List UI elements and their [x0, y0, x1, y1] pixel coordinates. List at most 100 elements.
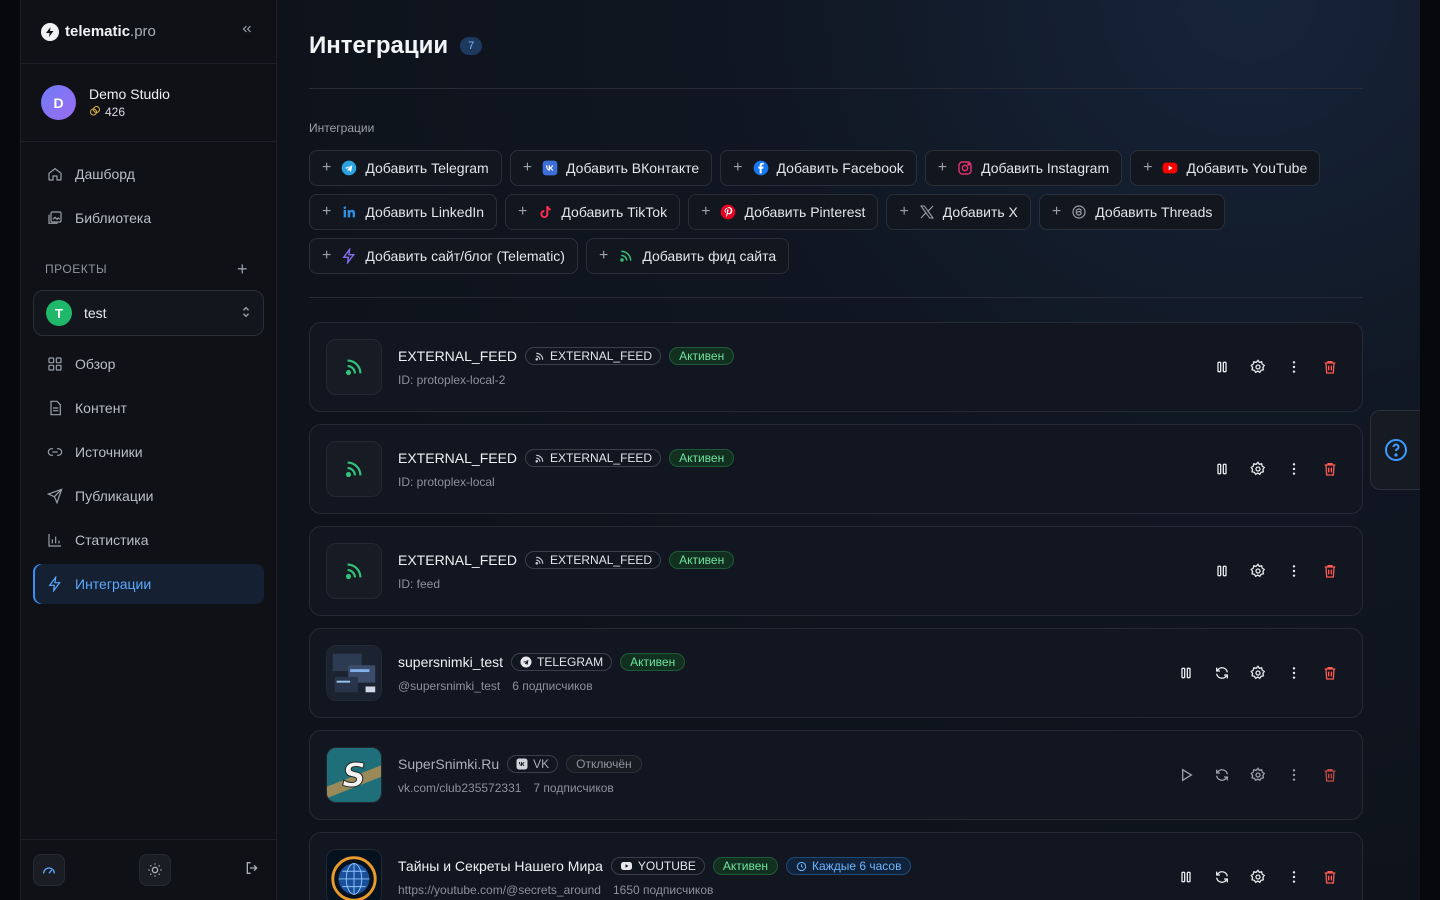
- project-selector[interactable]: T test: [33, 290, 264, 336]
- sidebar-item-integrations[interactable]: Интеграции: [33, 564, 264, 604]
- sidebar-item-content[interactable]: Контент: [33, 388, 264, 428]
- svg-text:S: S: [342, 757, 366, 795]
- platform-tag-label: EXTERNAL_FEED: [550, 553, 653, 567]
- integration-card[interactable]: S SuperSnimki.Ru VK Отключён vk.com/club2355…: [309, 730, 1363, 820]
- settings-button[interactable]: [1248, 357, 1268, 377]
- sync-button[interactable]: [1212, 867, 1232, 887]
- nav-item-label: Библиотека: [75, 210, 152, 226]
- add-project-icon[interactable]: +: [237, 259, 248, 280]
- add-section-label: Интеграции: [309, 121, 375, 135]
- settings-button[interactable]: [1248, 867, 1268, 887]
- plus-icon: +: [518, 203, 528, 220]
- sidebar-item-statistics[interactable]: Статистика: [33, 520, 264, 560]
- pause-button[interactable]: [1212, 561, 1232, 581]
- play-button[interactable]: [1176, 765, 1196, 785]
- integration-actions: [1212, 323, 1340, 411]
- sidebar-item-publications[interactable]: Публикации: [33, 476, 264, 516]
- logout-icon[interactable]: [244, 860, 260, 881]
- delete-button[interactable]: [1320, 867, 1340, 887]
- settings-button[interactable]: [1248, 663, 1268, 683]
- sidebar-item-sources[interactable]: Источники: [33, 432, 264, 472]
- integration-info: EXTERNAL_FEED EXTERNAL_FEED Активен ID: pro…: [398, 347, 735, 387]
- channel-avatar-image: [327, 850, 381, 900]
- studio-switcher[interactable]: D Demo Studio 426: [21, 64, 276, 142]
- more-button[interactable]: [1284, 459, 1304, 479]
- nav-item-label: Интеграции: [75, 576, 152, 592]
- delete-button[interactable]: [1320, 561, 1340, 581]
- sidebar-nav: Дашборд Библиотека ПРОЕКТЫ + T test Обзор…: [21, 142, 276, 604]
- add-integration-button[interactable]: + Добавить Telegram: [309, 150, 502, 186]
- add-integration-button[interactable]: + Добавить Instagram: [924, 150, 1123, 186]
- delete-button[interactable]: [1320, 765, 1340, 785]
- integration-info: EXTERNAL_FEED EXTERNAL_FEED Активен ID: pro…: [398, 449, 735, 489]
- add-integration-button[interactable]: + Добавить TikTok: [505, 194, 681, 230]
- pinterest-icon: [720, 204, 736, 220]
- integration-card[interactable]: EXTERNAL_FEED EXTERNAL_FEED Активен ID: fee…: [309, 526, 1363, 616]
- integration-name: EXTERNAL_FEED: [398, 552, 518, 568]
- add-integration-label: Добавить сайт/блог (Telematic): [365, 248, 565, 264]
- refresh-icon: [1214, 869, 1230, 885]
- more-button[interactable]: [1284, 357, 1304, 377]
- add-integration-button[interactable]: + Добавить сайт/блог (Telematic): [309, 238, 578, 274]
- brand-logo[interactable]: telematic.pro: [41, 22, 156, 41]
- integration-card[interactable]: EXTERNAL_FEED EXTERNAL_FEED Активен ID: pro…: [309, 322, 1363, 412]
- integration-card[interactable]: EXTERNAL_FEED EXTERNAL_FEED Активен ID: pro…: [309, 424, 1363, 514]
- integration-meta: vk.com/club235572331: [398, 781, 522, 795]
- grid-icon: [47, 356, 63, 372]
- pause-button[interactable]: [1176, 867, 1196, 887]
- integration-actions: [1176, 833, 1340, 900]
- add-integration-button[interactable]: + Добавить Pinterest: [688, 194, 879, 230]
- add-integration-button[interactable]: + Добавить LinkedIn: [309, 194, 498, 230]
- sync-button[interactable]: [1212, 765, 1232, 785]
- integration-thumbnail: S: [326, 747, 382, 803]
- pause-button[interactable]: [1176, 663, 1196, 683]
- integration-meta: ID: protoplex-local: [398, 475, 495, 489]
- settings-button[interactable]: [1248, 561, 1268, 581]
- settings-button[interactable]: [1248, 765, 1268, 785]
- more-button[interactable]: [1284, 867, 1304, 887]
- pause-button[interactable]: [1212, 459, 1232, 479]
- delete-button[interactable]: [1320, 357, 1340, 377]
- theme-toggle-button[interactable]: [138, 854, 171, 886]
- credits-value: 426: [105, 105, 126, 119]
- help-button[interactable]: [1370, 410, 1420, 490]
- sidebar-item-dashboard[interactable]: Дашборд: [33, 154, 264, 194]
- sync-button[interactable]: [1212, 663, 1232, 683]
- status-badge: Активен: [712, 857, 779, 875]
- delete-button[interactable]: [1320, 663, 1340, 683]
- more-vertical-icon: [1286, 767, 1302, 783]
- trash-icon: [1322, 869, 1338, 885]
- more-button[interactable]: [1284, 663, 1304, 683]
- gear-icon: [1250, 461, 1266, 477]
- telegram-icon: [520, 656, 532, 668]
- schedule-label: Каждые 6 часов: [812, 859, 902, 873]
- integration-meta: @supersnimki_test: [398, 679, 501, 693]
- integrations-count-badge: 7: [460, 37, 483, 55]
- bar-chart-icon: [47, 532, 63, 548]
- more-button[interactable]: [1284, 561, 1304, 581]
- sidebar-item-library[interactable]: Библиотека: [33, 198, 264, 238]
- plus-icon: +: [937, 159, 948, 176]
- collapse-sidebar-icon[interactable]: [240, 22, 254, 41]
- gauge-button[interactable]: [33, 854, 65, 886]
- integration-card[interactable]: Тайны и Секреты Нашего Мира YOUTUBE Активе…: [309, 832, 1363, 900]
- integration-card[interactable]: supersnimki_test TELEGRAM Активен @supersni…: [309, 628, 1363, 718]
- add-integration-button[interactable]: + Добавить YouTube: [1130, 150, 1321, 186]
- pause-button[interactable]: [1212, 357, 1232, 377]
- add-integration-button[interactable]: + Добавить ВКонтакте: [509, 150, 713, 186]
- add-integration-button[interactable]: + Добавить X: [886, 194, 1031, 230]
- sidebar-item-overview[interactable]: Обзор: [33, 344, 264, 384]
- more-button[interactable]: [1284, 765, 1304, 785]
- integration-list: EXTERNAL_FEED EXTERNAL_FEED Активен ID: pro…: [309, 322, 1363, 900]
- settings-button[interactable]: [1248, 459, 1268, 479]
- add-integration-button[interactable]: + Добавить фид сайта: [585, 238, 790, 274]
- gear-icon: [1250, 665, 1266, 681]
- brand-suffix: .pro: [130, 23, 156, 40]
- status-badge: Активен: [669, 347, 735, 365]
- delete-button[interactable]: [1320, 459, 1340, 479]
- add-integration-button[interactable]: + Добавить Threads: [1038, 194, 1226, 230]
- add-integration-button[interactable]: + Добавить Facebook: [720, 150, 917, 186]
- plus-icon: +: [899, 203, 909, 220]
- status-badge: Активен: [669, 449, 735, 467]
- more-vertical-icon: [1286, 461, 1302, 477]
